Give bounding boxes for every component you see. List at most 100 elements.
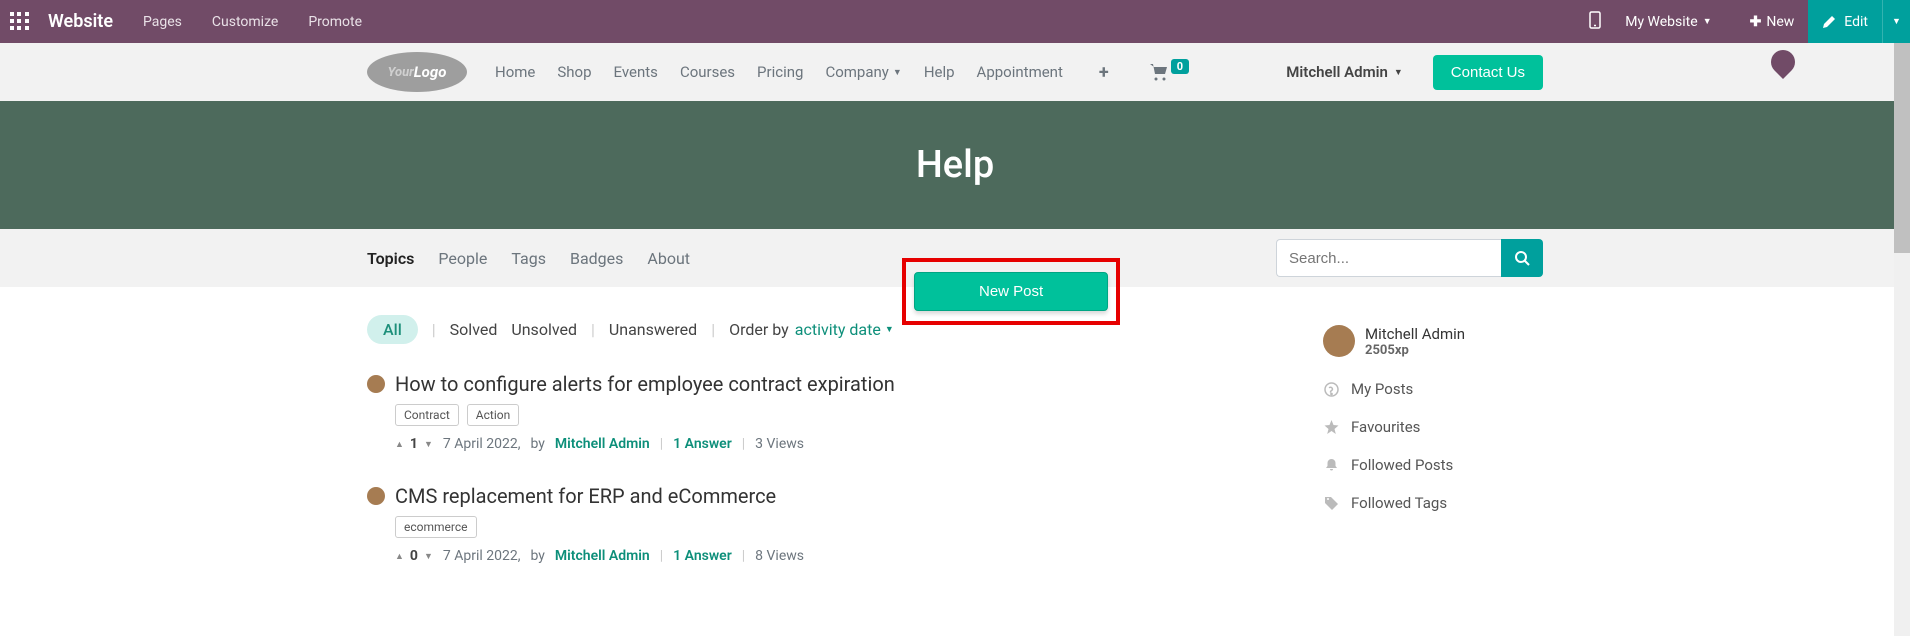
content-area: All | Solved Unsolved | Unanswered | Ord… [355,287,1555,596]
mobile-preview-icon[interactable] [1589,11,1601,33]
topnav-pages[interactable]: Pages [143,14,182,30]
caret-down-icon: ▼ [893,67,902,78]
my-website-dropdown[interactable]: My Website ▼ [1625,14,1711,30]
nav-home[interactable]: Home [495,63,535,81]
nav-pricing[interactable]: Pricing [757,63,803,81]
scrollbar-thumb[interactable] [1894,43,1910,253]
contact-us-button[interactable]: Contact Us [1433,55,1543,90]
logo-text-1: Your [388,65,414,80]
vertical-scrollbar[interactable] [1894,43,1910,636]
search-input[interactable] [1276,239,1501,277]
caret-down-icon: ▼ [885,324,894,335]
nav-help[interactable]: Help [924,63,955,81]
caret-down-icon: ▼ [1394,67,1403,78]
nav-courses[interactable]: Courses [680,63,735,81]
sidebar-followed-tags[interactable]: Followed Tags [1323,494,1543,512]
upvote-icon[interactable]: ▲ [395,439,404,450]
sidebar-link-label: Favourites [1351,418,1420,436]
sidebar-favourites[interactable]: Favourites [1323,418,1543,436]
cart-button[interactable]: 0 [1149,63,1189,81]
upvote-icon[interactable]: ▲ [395,551,404,562]
avatar [1323,325,1355,357]
edit-button-label: Edit [1844,14,1868,30]
sidebar-profile[interactable]: Mitchell Admin 2505xp [1323,325,1543,358]
post-title[interactable]: How to configure alerts for employee con… [395,372,895,396]
separator: | [660,548,663,564]
avatar [367,487,385,505]
filter-all[interactable]: All [367,315,418,344]
separator: | [711,320,715,339]
sidebar-user-name: Mitchell Admin [1365,325,1465,343]
avatar [367,375,385,393]
sidebar-xp: 2505xp [1365,343,1465,358]
app-brand[interactable]: Website [48,11,113,32]
separator: | [591,320,595,339]
tab-badges[interactable]: Badges [570,249,623,268]
downvote-icon[interactable]: ▼ [424,439,433,450]
post-title[interactable]: CMS replacement for ERP and eCommerce [395,484,776,508]
logo-text-2: Logo [414,63,447,81]
forum-post: CMS replacement for ERP and eCommerce ec… [367,484,1263,564]
answer-count[interactable]: 1 Answer [673,436,732,452]
separator: | [660,436,663,452]
filter-unanswered[interactable]: Unanswered [609,320,697,339]
by-label: by [530,548,544,564]
user-name: Mitchell Admin [1286,63,1388,81]
view-count: 8 Views [755,548,804,564]
topnav-promote[interactable]: Promote [308,14,362,30]
post-date: 7 April 2022, [443,548,521,564]
tab-about[interactable]: About [647,249,690,268]
cart-icon [1149,63,1169,81]
vote-count: 0 [410,548,418,564]
new-post-button[interactable]: New Post [914,272,1108,311]
post-author[interactable]: Mitchell Admin [555,548,650,564]
nav-appointment[interactable]: Appointment [977,63,1063,81]
sidebar-link-label: My Posts [1351,380,1413,398]
separator: | [432,320,436,339]
forum-post: How to configure alerts for employee con… [367,372,1263,452]
caret-down-icon: ▼ [1703,16,1712,27]
apps-icon[interactable] [10,12,30,32]
filter-row: All | Solved Unsolved | Unanswered | Ord… [367,315,1263,344]
topnav-customize[interactable]: Customize [212,14,278,30]
post-author[interactable]: Mitchell Admin [555,436,650,452]
post-tag[interactable]: Action [467,404,519,426]
tab-tags[interactable]: Tags [511,249,546,268]
nav-company[interactable]: Company ▼ [825,63,901,81]
by-label: by [530,436,544,452]
sidebar-link-label: Followed Posts [1351,456,1453,474]
order-by-dropdown[interactable]: activity date ▼ [795,320,894,339]
sidebar-link-label: Followed Tags [1351,494,1447,512]
nav-events[interactable]: Events [614,63,658,81]
sidebar-my-posts[interactable]: My Posts [1323,380,1543,398]
filter-unsolved[interactable]: Unsolved [511,320,577,339]
add-menu-icon[interactable]: + [1099,62,1109,83]
view-count: 3 Views [755,436,804,452]
sidebar-followed-posts[interactable]: Followed Posts [1323,456,1543,474]
filter-solved[interactable]: Solved [450,320,498,339]
edit-button[interactable]: Edit [1808,0,1882,43]
post-tag[interactable]: ecommerce [395,516,477,538]
order-by-label: Order by [729,320,789,339]
tab-topics[interactable]: Topics [367,249,414,268]
vote-count: 1 [410,436,418,452]
post-tag[interactable]: Contract [395,404,459,426]
edit-dropdown-caret[interactable]: ▼ [1882,0,1910,43]
nav-shop[interactable]: Shop [557,63,591,81]
site-header: YourLogo Home Shop Events Courses Pricin… [0,43,1910,101]
main-column: All | Solved Unsolved | Unanswered | Ord… [367,315,1263,596]
pencil-icon [1822,15,1836,29]
user-dropdown[interactable]: Mitchell Admin ▼ [1286,63,1403,81]
bell-icon [1323,458,1339,473]
new-button[interactable]: ✚ New [1736,0,1809,43]
search-button[interactable] [1501,239,1543,277]
nav-company-label: Company [825,63,888,81]
my-website-label: My Website [1625,14,1697,30]
tab-people[interactable]: People [438,249,487,268]
tag-icon [1323,496,1339,511]
question-icon [1323,382,1339,397]
downvote-icon[interactable]: ▼ [424,551,433,562]
site-logo[interactable]: YourLogo [367,52,467,92]
separator: | [742,436,745,452]
answer-count[interactable]: 1 Answer [673,548,732,564]
